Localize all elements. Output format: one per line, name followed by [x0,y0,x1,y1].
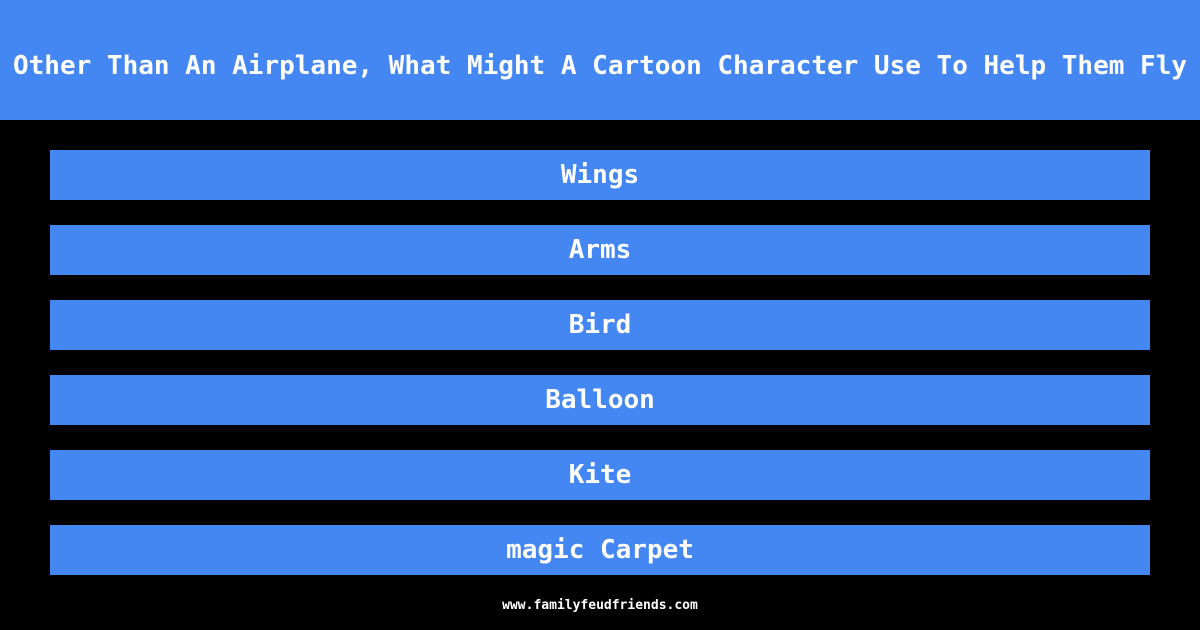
site-url: www.familyfeudfriends.com [502,598,698,613]
answer-bar: Bird [50,300,1150,350]
question-header: Other Than An Airplane, What Might A Car… [0,0,1200,120]
answer-bar: Kite [50,450,1150,500]
answer-bar: Arms [50,225,1150,275]
answer-bar: Balloon [50,375,1150,425]
question-title: Other Than An Airplane, What Might A Car… [13,50,1187,81]
answer-bar: magic Carpet [50,525,1150,575]
answer-list: Wings Arms Bird Balloon Kite magic Carpe… [50,150,1150,600]
answer-bar: Wings [50,150,1150,200]
